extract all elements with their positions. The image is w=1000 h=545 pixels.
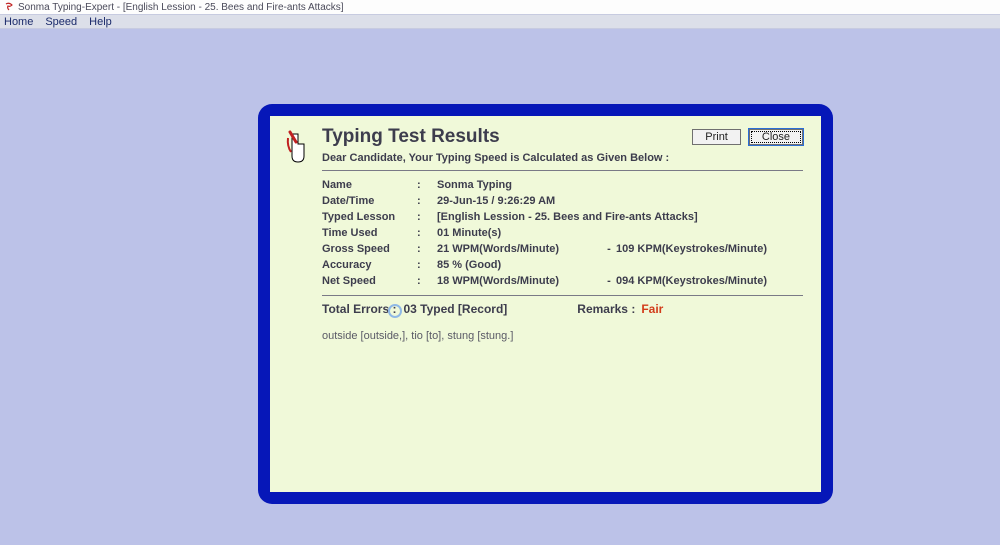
dialog-title: Typing Test Results <box>322 126 500 148</box>
menu-home[interactable]: Home <box>4 16 33 28</box>
row-accuracy: Accuracy : 85 % (Good) <box>322 257 767 273</box>
total-errors-label: Total Errors : <box>322 302 396 316</box>
value-net-kpm: 094 KPM(Keystrokes/Minute) <box>616 273 767 289</box>
value-gross-wpm: 21 WPM(Words/Minute) <box>437 241 602 257</box>
print-button[interactable]: Print <box>692 129 741 145</box>
dialog-subtitle: Dear Candidate, Your Typing Speed is Cal… <box>322 152 803 164</box>
row-lesson: Typed Lesson : [English Lession - 25. Be… <box>322 209 767 225</box>
cursor-ring-icon <box>388 304 402 318</box>
value-name: Sonma Typing <box>437 177 767 193</box>
label-datetime: Date/Time <box>322 193 417 209</box>
window-title: Sonma Typing-Expert - [English Lession -… <box>18 2 344 13</box>
app-icon <box>4 2 14 12</box>
separator <box>322 295 803 296</box>
value-timeused: 01 Minute(s) <box>437 225 767 241</box>
window-titlebar: Sonma Typing-Expert - [English Lession -… <box>0 0 1000 14</box>
row-netspeed: Net Speed : 18 WPM(Words/Minute) - 094 K… <box>322 273 767 289</box>
row-datetime: Date/Time : 29-Jun-15 / 9:26:29 AM <box>322 193 767 209</box>
menu-bar: Home Speed Help <box>0 14 1000 29</box>
row-grossspeed: Gross Speed : 21 WPM(Words/Minute) - 109… <box>322 241 767 257</box>
menu-help[interactable]: Help <box>89 16 112 28</box>
label-timeused: Time Used <box>322 225 417 241</box>
row-timeused: Time Used : 01 Minute(s) <box>322 225 767 241</box>
label-netspeed: Net Speed <box>322 273 417 289</box>
value-datetime: 29-Jun-15 / 9:26:29 AM <box>437 193 767 209</box>
results-table: Name : Sonma Typing Date/Time : 29-Jun-1… <box>322 177 767 289</box>
results-panel: Typing Test Results Print Close Dear Can… <box>270 116 821 492</box>
menu-speed[interactable]: Speed <box>45 16 77 28</box>
separator <box>322 170 803 171</box>
totals-row: Total Errors : 03 Typed [Record] Remarks… <box>322 302 803 316</box>
label-grossspeed: Gross Speed <box>322 241 417 257</box>
results-dialog: Typing Test Results Print Close Dear Can… <box>258 104 833 504</box>
value-lesson: [English Lession - 25. Bees and Fire-ant… <box>437 209 767 225</box>
error-detail-text: outside [outside,], tio [to], stung [stu… <box>322 330 803 342</box>
value-net-wpm: 18 WPM(Words/Minute) <box>437 273 602 289</box>
label-lesson: Typed Lesson <box>322 209 417 225</box>
hand-cursor-icon <box>284 130 312 166</box>
remarks-value: Fair <box>641 302 663 316</box>
value-gross-kpm: 109 KPM(Keystrokes/Minute) <box>616 241 767 257</box>
label-accuracy: Accuracy <box>322 257 417 273</box>
value-accuracy: 85 % (Good) <box>437 257 767 273</box>
total-errors-value: 03 Typed [Record] <box>403 302 507 316</box>
row-name: Name : Sonma Typing <box>322 177 767 193</box>
remarks-label: Remarks : <box>577 302 635 316</box>
client-area: Typing Test Results Print Close Dear Can… <box>0 29 1000 545</box>
label-name: Name <box>322 177 417 193</box>
close-button[interactable]: Close <box>749 129 803 145</box>
